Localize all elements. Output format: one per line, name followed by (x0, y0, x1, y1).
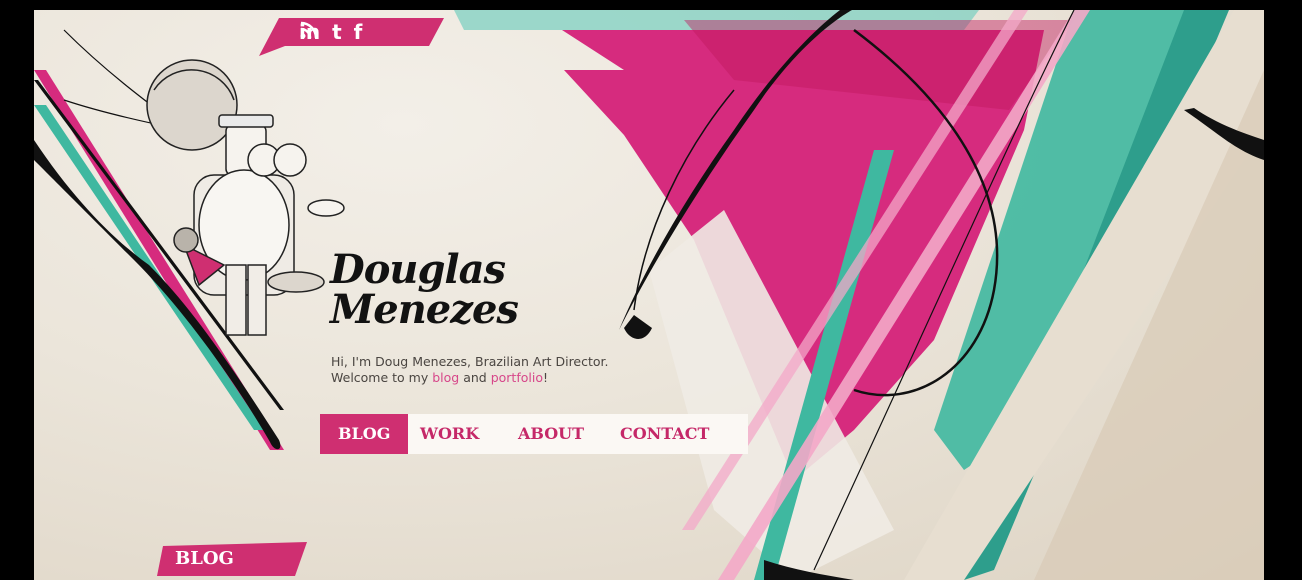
social-links: in t f (299, 20, 374, 44)
blog-link[interactable]: blog (432, 370, 459, 385)
left-frame (0, 0, 34, 580)
main-nav: BLOG WORK ABOUT CONTACT (320, 414, 748, 454)
title-line-1: Douglas (330, 246, 506, 293)
hero-canvas: in t f Douglas Menezes Hi, I'm Doug Mene… (34, 10, 1264, 580)
right-frame (1264, 0, 1302, 580)
intro-mid: and (459, 370, 491, 385)
intro-suffix: ! (542, 370, 548, 385)
nav-work[interactable]: WORK (420, 414, 479, 454)
site-title: Douglas Menezes (330, 246, 519, 333)
social-banner: in t f (259, 14, 444, 56)
rss-icon-glyph (300, 21, 318, 39)
title-line-2: Menezes (330, 286, 519, 333)
nav-blog[interactable]: BLOG (320, 414, 409, 454)
twitter-icon[interactable]: t (332, 20, 342, 44)
nav-contact[interactable]: CONTACT (620, 414, 709, 454)
background-illustration (34, 10, 1264, 580)
intro-prefix: Welcome to my (331, 370, 433, 385)
intro-line-2: Welcome to my blog and portfolio! (331, 370, 609, 386)
blog-section-title: BLOG (175, 548, 234, 569)
portfolio-link[interactable]: portfolio (491, 370, 543, 385)
nav-about[interactable]: ABOUT (518, 414, 584, 454)
facebook-icon[interactable]: f (354, 20, 363, 44)
top-frame (0, 0, 1302, 10)
website-screenshot: in t f Douglas Menezes Hi, I'm Doug Mene… (0, 0, 1302, 580)
intro-text: Hi, I'm Doug Menezes, Brazilian Art Dire… (331, 354, 609, 386)
intro-line-1: Hi, I'm Doug Menezes, Brazilian Art Dire… (331, 354, 609, 369)
blog-section-header: BLOG (157, 542, 307, 576)
